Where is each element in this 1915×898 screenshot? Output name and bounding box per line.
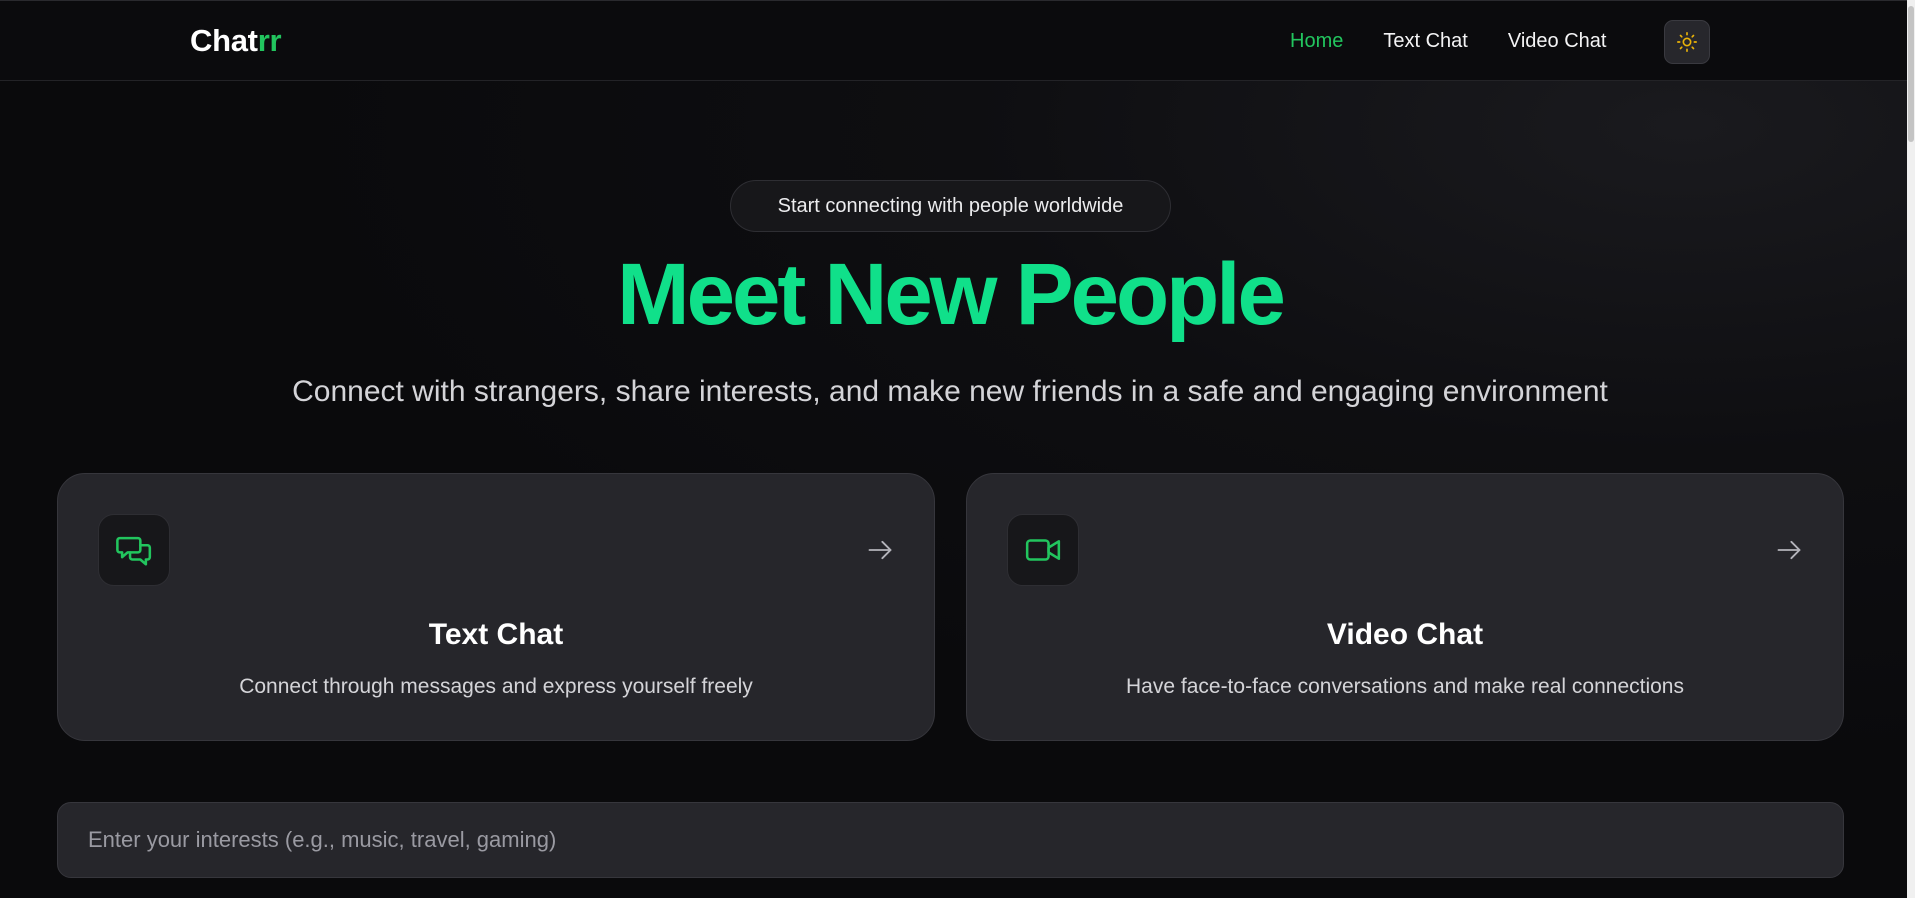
theme-toggle-button[interactable] xyxy=(1664,20,1710,64)
sun-icon xyxy=(1677,32,1697,52)
hero-title: Meet New People xyxy=(617,246,1286,343)
nav-links: Home Text Chat Video Chat xyxy=(1290,28,1606,54)
hero-badge: Start connecting with people worldwide xyxy=(730,180,1171,232)
navbar: Chatrr Home Text Chat Video Chat xyxy=(0,0,1907,81)
nav-link-home[interactable]: Home xyxy=(1290,28,1343,54)
page: Chatrr Home Text Chat Video Chat Start c… xyxy=(0,0,1915,898)
chat-bubbles-icon xyxy=(116,536,152,566)
video-camera-icon xyxy=(1025,539,1061,561)
hero-subtitle: Connect with strangers, share interests,… xyxy=(292,375,1608,408)
card-description: Connect through messages and express you… xyxy=(239,675,753,698)
nav-link-text-chat[interactable]: Text Chat xyxy=(1383,28,1467,54)
text-chat-card[interactable]: Text Chat Connect through messages and e… xyxy=(57,473,935,741)
card-description: Have face-to-face conversations and make… xyxy=(1126,675,1684,698)
interests-input[interactable] xyxy=(57,802,1844,878)
text-chat-icon-box xyxy=(98,514,170,586)
logo[interactable]: Chatrr xyxy=(190,23,282,59)
video-chat-icon-box xyxy=(1007,514,1079,586)
logo-accent: rr xyxy=(257,23,282,58)
card-title: Text Chat xyxy=(428,618,564,651)
arrow-right-icon xyxy=(1775,536,1803,564)
scrollbar[interactable] xyxy=(1907,0,1915,898)
card-title: Video Chat xyxy=(1326,618,1484,651)
scrollbar-thumb[interactable] xyxy=(1908,6,1914,142)
video-chat-card[interactable]: Video Chat Have face-to-face conversatio… xyxy=(966,473,1844,741)
nav-link-video-chat[interactable]: Video Chat xyxy=(1508,28,1607,54)
logo-main: Chat xyxy=(190,23,258,58)
arrow-right-icon xyxy=(866,536,894,564)
